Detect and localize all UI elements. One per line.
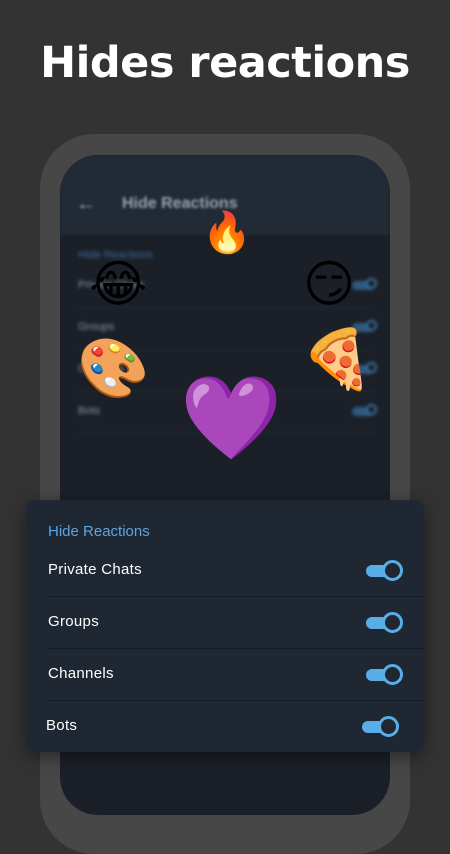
background-toggle — [352, 404, 377, 416]
headline: Hides reactions — [40, 38, 410, 88]
setting-label: Groups — [48, 613, 99, 630]
back-arrow-icon[interactable]: ← — [76, 193, 96, 216]
panel-section-header: Hide Reactions — [48, 523, 150, 540]
hide-reactions-panel: Hide Reactions Private Chats Groups Chan… — [26, 500, 424, 752]
toggle-thumb — [382, 612, 403, 633]
setting-label: Bots — [46, 717, 78, 734]
smirk-emoji-icon: 😏 — [303, 256, 356, 312]
background-row-label: Bots — [78, 405, 101, 417]
palette-emoji-icon: 🎨 — [77, 336, 150, 401]
fire-emoji-icon: 🔥 — [202, 211, 252, 255]
groups-toggle[interactable] — [366, 612, 403, 633]
bots-toggle[interactable] — [362, 716, 399, 737]
setting-row-bots[interactable]: Bots — [46, 700, 422, 752]
pizza-emoji-icon: 🍕 — [301, 327, 374, 392]
joy-emoji-icon: 😂 — [89, 256, 148, 312]
background-toggle — [352, 278, 377, 290]
setting-row-private-chats[interactable]: Private Chats — [48, 544, 424, 597]
setting-row-groups[interactable]: Groups — [48, 596, 424, 649]
toggle-thumb — [382, 664, 403, 685]
purple-heart-emoji-icon: 💜 — [180, 373, 283, 464]
setting-label: Private Chats — [48, 561, 142, 578]
setting-label: Channels — [48, 665, 114, 682]
background-row-label: Groups — [78, 321, 115, 333]
toggle-thumb — [378, 716, 399, 737]
private-chats-toggle[interactable] — [366, 560, 403, 581]
toggle-thumb — [382, 560, 403, 581]
setting-row-channels[interactable]: Channels — [48, 648, 424, 701]
channels-toggle[interactable] — [366, 664, 403, 685]
